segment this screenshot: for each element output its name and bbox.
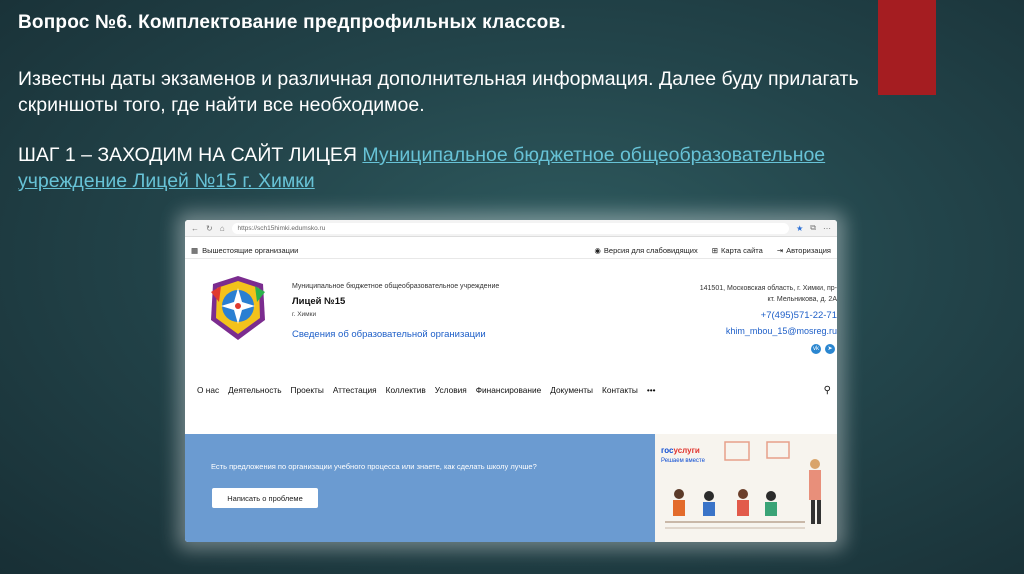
nav-item-finance[interactable]: Финансирование [476, 385, 542, 395]
nav-item-contacts[interactable]: Контакты [602, 385, 638, 395]
address-line-1: 141501, Московская область, г. Химки, пр… [699, 285, 837, 292]
login-label: Авторизация [786, 245, 831, 255]
extensions-icon[interactable]: ⧉ [810, 223, 816, 233]
accessibility-link[interactable]: ◉ Версия для слабовидящих [594, 246, 697, 255]
classroom-illustration-icon [665, 441, 821, 529]
sitemap-icon: ⊞ [711, 245, 719, 255]
main-nav: О нас Деятельность Проекты Аттестация Ко… [185, 380, 837, 400]
nav-item-projects[interactable]: Проекты [291, 385, 324, 395]
browser-address-bar: ← ↻ ⌂ https://sch15himki.edumsko.ru ★ ⧉ … [185, 220, 837, 237]
school-city: г. Химки [292, 311, 317, 318]
nav-item-activity[interactable]: Деятельность [228, 385, 281, 395]
nav-item-staff[interactable]: Коллектив [386, 385, 426, 395]
menu-dots-icon[interactable]: ⋯ [823, 224, 831, 233]
login-icon: ⇥ [776, 245, 784, 255]
accessibility-label: Версия для слабовидящих [603, 245, 698, 255]
red-accent-bar [878, 0, 936, 95]
eye-icon: ◉ [594, 245, 601, 255]
nav-item-attestation[interactable]: Аттестация [333, 385, 377, 395]
email-link[interactable]: khim_mbou_15@mosreg.ru [726, 326, 837, 336]
school-name: Лицей №15 [292, 296, 346, 307]
feedback-banner: Есть предложения по организации учебного… [185, 434, 837, 542]
home-icon[interactable]: ⌂ [220, 224, 225, 233]
telegram-icon[interactable]: ➤ [825, 344, 835, 354]
slide-title: Вопрос №6. Комплектование предпрофильных… [18, 12, 566, 33]
vk-icon[interactable]: vk [811, 344, 821, 354]
slide-body: Известны даты экзаменов и различная допо… [18, 66, 868, 144]
website-screenshot: ← ↻ ⌂ https://sch15himki.edumsko.ru ★ ⧉ … [185, 220, 837, 542]
org-type: Муниципальное бюджетное общеобразователь… [292, 283, 500, 290]
address-line-2: кт. Мельникова, д. 2А [767, 296, 837, 303]
social-links: vk ➤ [811, 344, 835, 354]
feedback-question: Есть предложения по организации учебного… [211, 462, 537, 471]
school-address: 141501, Московская область, г. Химки, пр… [700, 283, 837, 305]
parent-orgs-label: Вышестоящие организации [202, 245, 299, 255]
url-field[interactable]: https://sch15himki.edumsko.ru [231, 222, 790, 234]
step-prefix: ШАГ 1 – ЗАХОДИМ НА САЙТ ЛИЦЕЯ [18, 144, 363, 166]
nav-item-conditions[interactable]: Условия [435, 385, 467, 395]
nav-item-about[interactable]: О нас [197, 385, 219, 395]
lyceum-logo-icon[interactable] [203, 272, 273, 344]
login-link[interactable]: ⇥ Авторизация [777, 246, 831, 255]
search-icon[interactable]: ⚲ [824, 385, 831, 396]
sitemap-label: Карта сайта [721, 245, 763, 255]
org-info-link[interactable]: Сведения об образовательной организации [292, 329, 486, 340]
parent-orgs-item[interactable]: ▦ Вышестоящие организации [191, 246, 298, 255]
nav-more-icon[interactable]: ••• [647, 385, 656, 395]
gosuslugi-panel[interactable]: госуслуги Решаем вместе [655, 434, 837, 542]
phone-link[interactable]: +7(495)571-22-71 [761, 310, 837, 321]
back-icon[interactable]: ← [191, 224, 199, 233]
sitemap-link[interactable]: ⊞ Карта сайта [712, 246, 763, 255]
site-top-strip: ▦ Вышестоящие организации ◉ Версия для сл… [185, 242, 837, 259]
reload-icon[interactable]: ↻ [206, 224, 213, 233]
slide-step: ШАГ 1 – ЗАХОДИМ НА САЙТ ЛИЦЕЯ Муниципаль… [18, 142, 878, 194]
report-problem-button[interactable]: Написать о проблеме [212, 488, 318, 508]
site-header: Муниципальное бюджетное общеобразователь… [185, 264, 837, 356]
grid-icon: ▦ [191, 245, 199, 255]
nav-item-documents[interactable]: Документы [550, 385, 593, 395]
bookmark-star-icon[interactable]: ★ [796, 224, 803, 233]
slide-body-text: Известны даты экзаменов и различная допо… [18, 68, 859, 116]
